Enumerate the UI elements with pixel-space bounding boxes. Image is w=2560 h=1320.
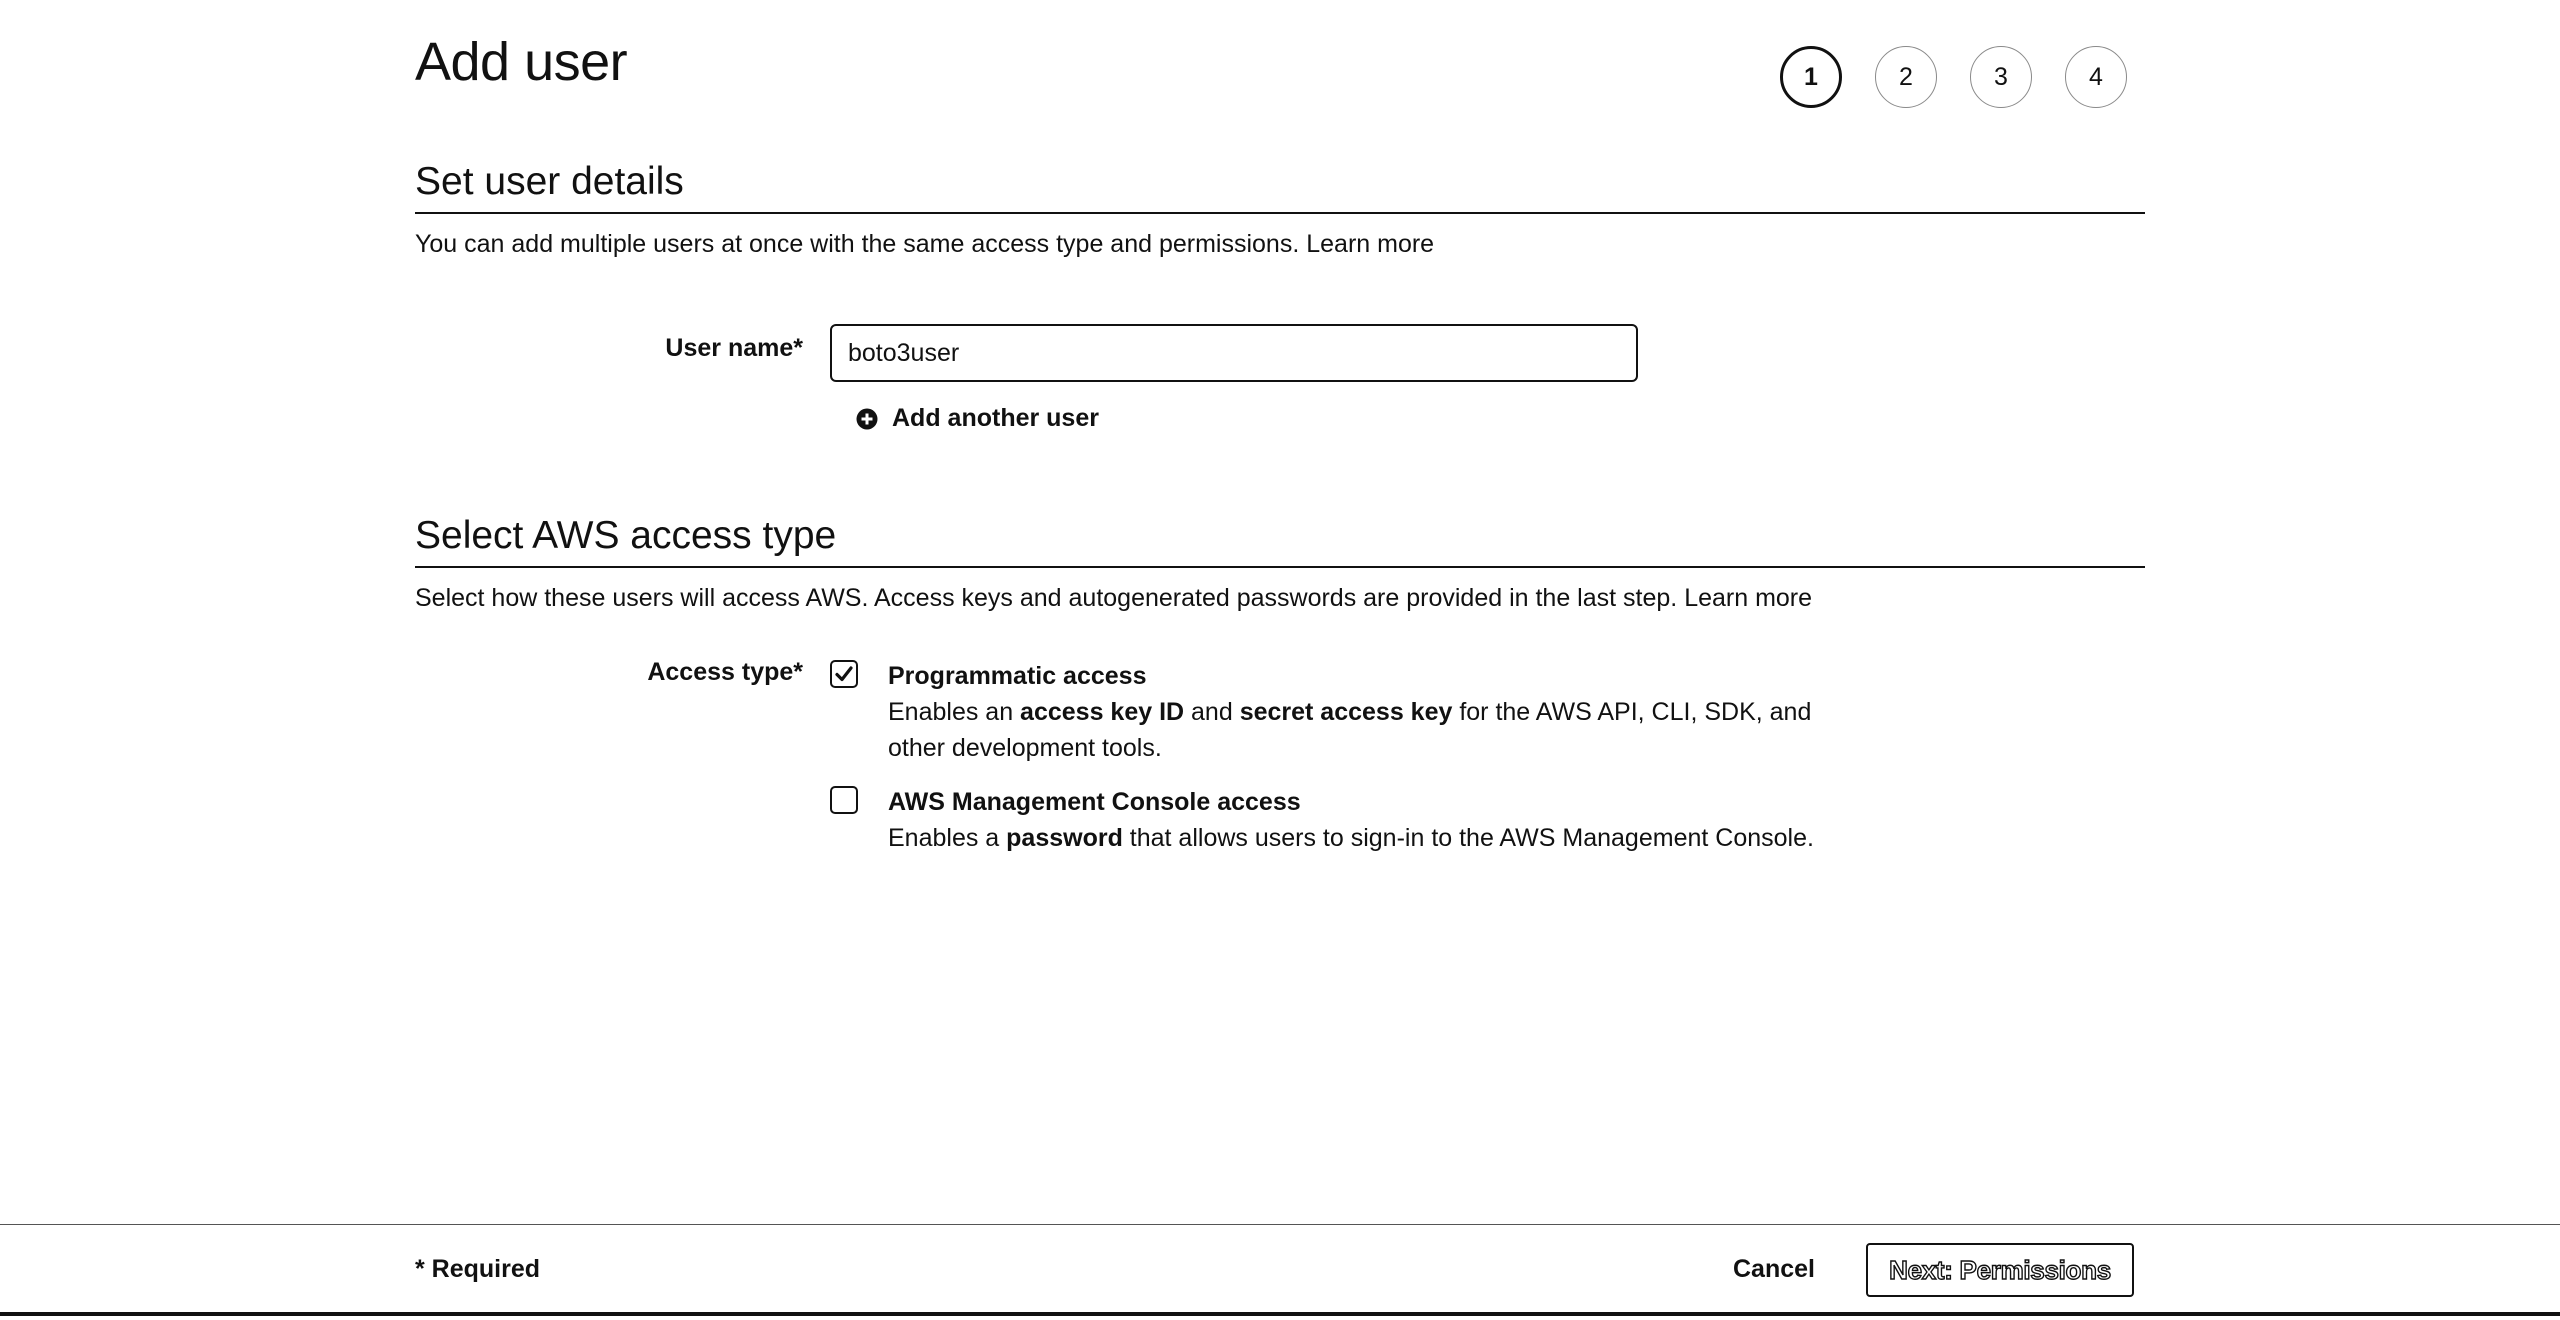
desc-text: and: [1184, 698, 1240, 726]
user-name-label: User name*: [665, 334, 803, 362]
access-type-options: Programmatic access Enables an access ke…: [830, 658, 1888, 874]
access-type-row: Access type* Programmatic access Enables…: [415, 658, 1888, 874]
programmatic-access-title: Programmatic access: [888, 662, 1147, 690]
console-access-checkbox[interactable]: [830, 786, 858, 814]
description-text: Select how these users will access AWS. …: [415, 584, 1678, 612]
learn-more-link[interactable]: Learn more: [1306, 230, 1434, 258]
programmatic-access-option: Programmatic access Enables an access ke…: [830, 658, 1888, 766]
page-title: Add user: [415, 32, 628, 92]
programmatic-access-description: Enables an access key ID and secret acce…: [888, 694, 1848, 766]
check-icon: [835, 666, 853, 682]
access-type-label: Access type*: [647, 658, 803, 686]
console-access-description: Enables a password that allows users to …: [888, 820, 1888, 856]
description-text: You can add multiple users at once with …: [415, 230, 1300, 258]
step-2[interactable]: 2: [1875, 46, 1937, 108]
desc-bold: password: [1006, 824, 1123, 852]
add-another-user-button[interactable]: Add another user: [856, 404, 1099, 433]
desc-bold: secret access key: [1239, 698, 1453, 726]
section-description-access-type: Select how these users will access AWS. …: [415, 582, 2145, 614]
console-access-option: AWS Management Console access Enables a …: [830, 784, 1888, 856]
access-type-section: Select AWS access type Select how these …: [415, 512, 2145, 614]
step-1[interactable]: 1: [1780, 46, 1842, 108]
add-another-user-label: Add another user: [892, 404, 1099, 432]
section-description-user-details: You can add multiple users at once with …: [415, 228, 2145, 260]
user-details-section: Set user details You can add multiple us…: [415, 158, 2145, 260]
required-note: * Required: [415, 1255, 541, 1283]
wizard-footer: * Required Cancel Next: Permissions: [0, 1224, 2560, 1316]
section-title-access-type: Select AWS access type: [415, 512, 2145, 568]
next-permissions-button[interactable]: Next: Permissions: [1866, 1243, 2134, 1297]
section-title-user-details: Set user details: [415, 158, 2145, 214]
user-name-input[interactable]: [830, 324, 1638, 382]
plus-circle-icon: [856, 408, 878, 429]
user-name-row: User name*: [415, 324, 1638, 382]
programmatic-access-checkbox[interactable]: [830, 660, 858, 688]
programmatic-access-text: Programmatic access Enables an access ke…: [888, 658, 1848, 766]
cancel-button[interactable]: Cancel: [1733, 1255, 1815, 1284]
desc-bold: access key ID: [1020, 698, 1185, 726]
step-3[interactable]: 3: [1970, 46, 2032, 108]
learn-more-link[interactable]: Learn more: [1684, 584, 1812, 612]
console-access-text: AWS Management Console access Enables a …: [888, 784, 1888, 856]
step-4[interactable]: 4: [2065, 46, 2127, 108]
next-permissions-label: Next: Permissions: [1888, 1254, 2111, 1285]
desc-text: that allows users to sign-in to the AWS …: [1122, 824, 1814, 852]
add-user-page: Add user 1 2 3 4 Set user details You ca…: [0, 0, 2560, 1320]
wizard-steps: 1 2 3 4: [1780, 46, 2127, 108]
console-access-title: AWS Management Console access: [888, 788, 1301, 816]
desc-text: Enables a: [888, 824, 1007, 852]
desc-text: Enables an: [888, 698, 1021, 726]
